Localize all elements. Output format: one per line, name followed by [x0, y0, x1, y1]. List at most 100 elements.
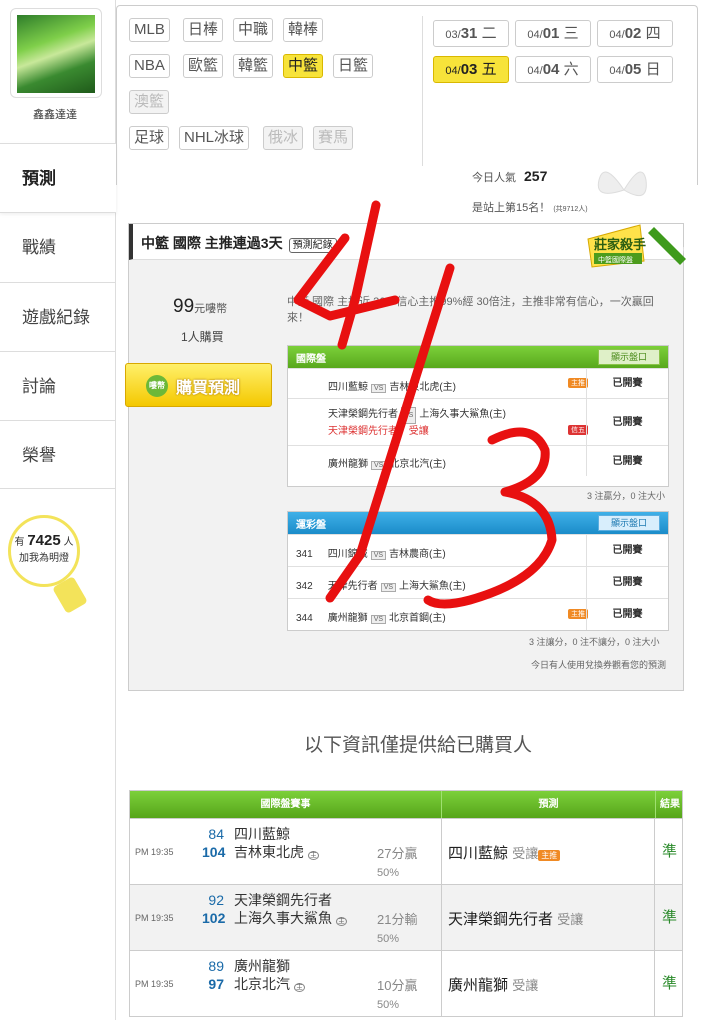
- nav-prediction[interactable]: 預測: [0, 143, 116, 212]
- number-1: 84: [208, 826, 224, 842]
- price-unit: 元嘍幣: [194, 303, 228, 315]
- cat-kr-basketball[interactable]: 韓籃: [233, 54, 274, 78]
- cat-nhl[interactable]: NHL冰球: [179, 126, 250, 150]
- game-time: PM 19:35: [135, 913, 174, 923]
- match: 341 四川錦城 VS 吉林農商(主): [296, 545, 446, 560]
- score-result: 10分贏: [377, 978, 418, 993]
- prediction-cell: 天津榮鋼先行者 受讓: [441, 885, 655, 951]
- voucher-note: 今日有人使用兌換券觀看您的預測: [531, 660, 667, 670]
- home-mark: 主: [293, 983, 305, 992]
- confidence-badge: 信五: [568, 425, 588, 435]
- nav-record[interactable]: 戰績: [0, 212, 116, 281]
- main-pick-badge: 主推: [568, 609, 588, 619]
- date-0401[interactable]: 04/01 三: [515, 20, 591, 47]
- date-day: 02: [624, 25, 642, 42]
- cat-nba[interactable]: NBA: [129, 54, 170, 78]
- number-1: 92: [208, 892, 224, 908]
- cat-ru-hockey: 俄冰: [263, 126, 304, 150]
- table-row: PM 19:35 92 102 天津榮鋼先行者 上海久事大鯊魚 主 21分輸 50% …: [130, 884, 682, 951]
- vs-icon: VS: [370, 551, 387, 560]
- follow-lightbulb[interactable]: 有 7425 人 加我為明燈: [8, 515, 80, 587]
- game-numbers: 84 104: [202, 825, 226, 861]
- team-away: 北京北汽(主): [389, 459, 447, 470]
- team-away: 吉林東北虎(主): [389, 382, 457, 393]
- picked-team: 四川藍鯨: [448, 845, 509, 862]
- buyer-count: 1人購買: [181, 330, 224, 344]
- cat-cpbl[interactable]: 中職: [233, 18, 274, 42]
- score: 21分輸 50%: [377, 911, 417, 948]
- divider: [422, 16, 423, 166]
- match-status: 已開賽: [586, 399, 668, 445]
- game-number: 344: [296, 613, 313, 624]
- team-away: 上海大鯊魚(主): [399, 581, 466, 592]
- vs-icon: VS: [370, 615, 387, 624]
- date-0331[interactable]: 03/31 二: [433, 20, 509, 47]
- result-mark: 準: [661, 909, 677, 926]
- cat-cn-basketball[interactable]: 中籃: [283, 54, 324, 78]
- date-weekday: 三: [563, 25, 579, 42]
- vs-icon: VS: [371, 461, 387, 470]
- cat-eu-basketball[interactable]: 歐籃: [183, 54, 224, 78]
- date-md: 04/: [609, 29, 625, 41]
- team-home: 廣州龍獅: [328, 459, 368, 470]
- number-2: 104: [202, 844, 226, 860]
- date-day: 01: [542, 25, 560, 42]
- picked-team: 廣州龍獅: [448, 977, 509, 994]
- score-result: 27分贏: [377, 846, 418, 861]
- date-0405[interactable]: 04/05 日: [597, 56, 673, 83]
- fans-note: 加我為明燈: [19, 553, 69, 564]
- score: 27分贏 50%: [377, 845, 417, 882]
- intl-table-header: 國際盤 顯示盤口: [288, 346, 668, 368]
- nav-honor[interactable]: 榮譽: [0, 420, 116, 489]
- cat-au-basketball: 澳籃: [129, 90, 170, 114]
- nav-discussion[interactable]: 討論: [0, 351, 116, 420]
- cat-soccer[interactable]: 足球: [129, 126, 170, 150]
- buy-prediction-button[interactable]: 嘍幣 購買預測: [125, 363, 272, 407]
- teams: 四川藍鯨 吉林東北虎 主: [234, 825, 319, 865]
- date-0404[interactable]: 04/04 六: [515, 56, 591, 83]
- match: 天津榮鋼先行者 VS 上海久事大鯊魚(主) 天津榮鋼先行者 受讓: [328, 407, 506, 439]
- result-mark: 準: [661, 975, 677, 992]
- date-day: 31: [460, 25, 478, 42]
- fans-suffix: 人: [63, 537, 74, 548]
- results-table: 國際盤賽事 預測 結果 PM 19:35 84 104 四川藍鯨 吉林東北虎 主 2…: [129, 790, 683, 1017]
- record-tag[interactable]: 預測紀錄: [288, 238, 337, 253]
- cat-jp-baseball[interactable]: 日棒: [183, 18, 224, 42]
- cat-jp-basketball[interactable]: 日籃: [333, 54, 374, 78]
- filter-box: MLB 日棒 中職 韓棒 NBA 歐籃 韓籃 中籃 日籃 澳籃 足球 NHL冰球…: [116, 5, 698, 185]
- purchaser-only-title: 以下資訊僅提供給已購買人: [303, 735, 532, 756]
- match: 廣州龍獅 VS 北京北汽(主): [328, 455, 446, 470]
- avatar[interactable]: [10, 8, 102, 98]
- game-numbers: 89 97: [202, 957, 224, 993]
- nav-game-history[interactable]: 遊戲紀錄: [0, 282, 116, 351]
- date-0402[interactable]: 04/02 四: [597, 20, 673, 47]
- cat-kr-baseball[interactable]: 韓棒: [283, 18, 324, 42]
- cat-horse-racing: 賽馬: [313, 126, 354, 150]
- match-status: 已開賽: [586, 369, 668, 398]
- date-weekday: 二: [481, 25, 497, 42]
- score-result: 21分輸: [377, 912, 418, 927]
- picked-team: 天津榮鋼先行者: [328, 426, 398, 437]
- show-odds-button[interactable]: 顯示盤口: [598, 349, 660, 365]
- date-weekday: 日: [645, 61, 661, 78]
- match: 342 天津先行者 VS 上海大鯊魚(主): [296, 577, 466, 592]
- popularity: 今日人氣 257: [472, 168, 547, 185]
- game-number: 342: [296, 581, 313, 592]
- date-md: 04/: [527, 65, 543, 77]
- date-0403[interactable]: 04/03 五: [433, 56, 509, 83]
- pick-note: 受讓: [512, 978, 539, 993]
- date-weekday: 五: [481, 61, 497, 78]
- team-2: 北京北汽: [234, 976, 290, 992]
- game-number: 341: [296, 549, 313, 560]
- team-2: 上海久事大鯊魚: [234, 910, 332, 926]
- match-status: 已開賽: [586, 535, 668, 566]
- sports-lottery-table: 運彩盤 顯示盤口 341 四川錦城 VS 吉林農商(主) 已開賽 342 天津先行者 VS 上…: [287, 511, 669, 631]
- team-2: 吉林東北虎: [234, 844, 304, 860]
- price-value: 99: [173, 296, 195, 317]
- show-odds-button[interactable]: 顯示盤口: [598, 515, 660, 531]
- intl-table-title: 國際盤: [296, 354, 326, 365]
- main-pick-badge: 主推: [538, 850, 561, 861]
- prediction-description: 中籃 國際 主推近 26，信心主推99%經 30倍注，主推非常有信心，一次贏回來…: [287, 296, 654, 324]
- cat-mlb[interactable]: MLB: [129, 18, 170, 42]
- match-status: 已開賽: [586, 446, 668, 476]
